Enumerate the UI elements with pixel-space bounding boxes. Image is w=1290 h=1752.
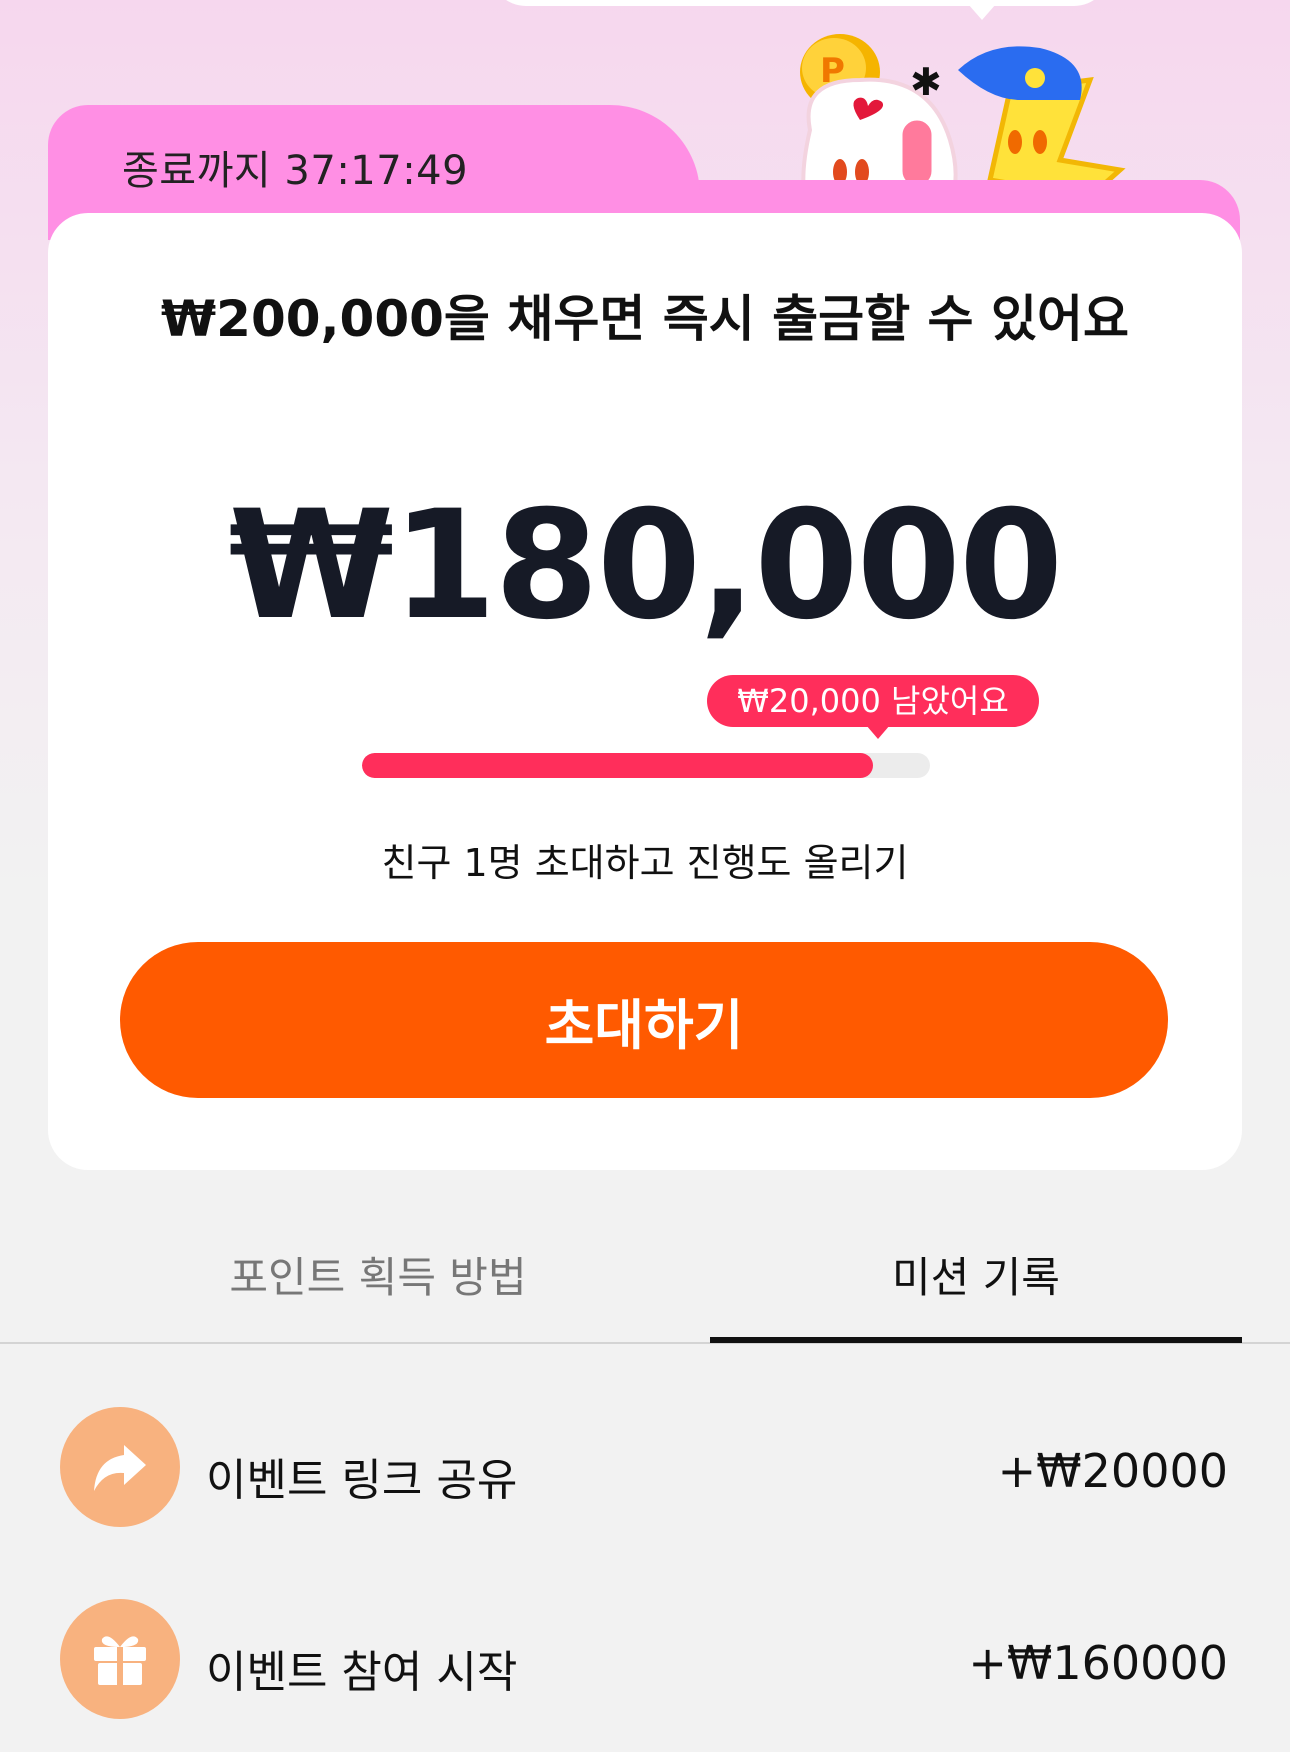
record-value: +₩160000 xyxy=(968,1636,1228,1690)
countdown-timer: 종료까지 37:17:49 xyxy=(122,148,469,194)
invite-button[interactable]: 초대하기 xyxy=(120,942,1168,1098)
remaining-badge-tail xyxy=(866,725,890,739)
share-arrow-icon xyxy=(60,1407,180,1527)
record-label: 이벤트 링크 공유 xyxy=(206,1455,518,1506)
record-label: 이벤트 참여 시작 xyxy=(206,1647,518,1698)
progress-fill xyxy=(362,753,874,778)
tab-mission-history[interactable]: 미션 기록 xyxy=(710,1230,1242,1342)
progress-bar xyxy=(362,753,930,778)
gift-icon xyxy=(60,1599,180,1719)
sparkle-icon: ✱ xyxy=(910,60,942,104)
active-tab-indicator xyxy=(710,1337,1242,1343)
speech-bubble xyxy=(490,0,1110,6)
list-item: 이벤트 링크 공유 +₩20000 xyxy=(0,1402,1290,1532)
record-value: +₩20000 xyxy=(997,1444,1228,1498)
current-amount: ₩180,000 xyxy=(228,479,1064,653)
remaining-badge: ₩20,000 남았어요 xyxy=(707,675,1039,727)
tab-bar: 포인트 획득 방법 미션 기록 xyxy=(0,1230,1290,1344)
tab-how-to-earn[interactable]: 포인트 획득 방법 xyxy=(48,1230,708,1342)
invite-hint: 친구 1명 초대하고 진행도 올리기 xyxy=(381,841,909,885)
list-item: 이벤트 참여 시작 +₩160000 xyxy=(0,1594,1290,1724)
goal-headline: ₩200,000을 채우면 즉시 출금할 수 있어요 xyxy=(161,290,1129,348)
speech-bubble-tail xyxy=(968,4,996,20)
